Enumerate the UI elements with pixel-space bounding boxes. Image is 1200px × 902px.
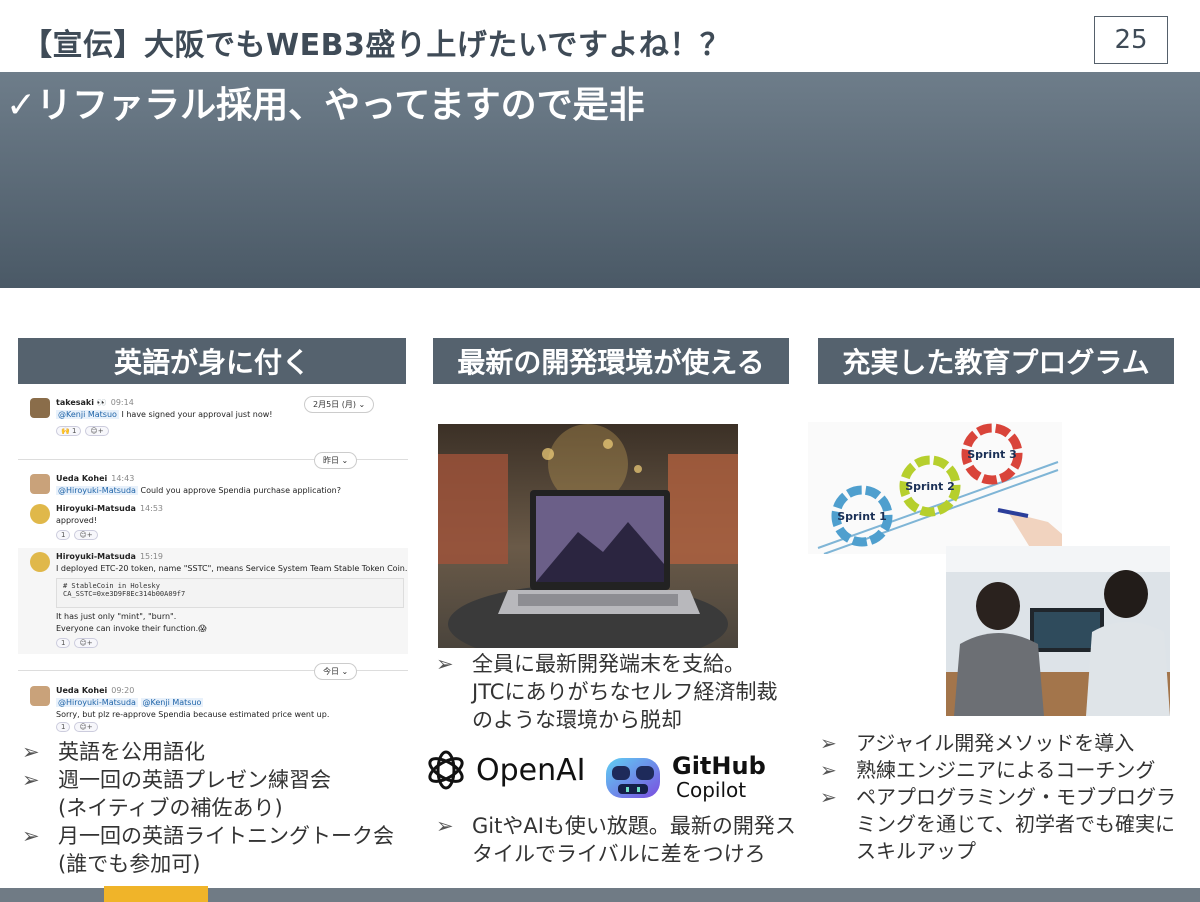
message-author: Hiroyuki-Matsuda 14:53 <box>56 504 163 513</box>
footer-accent <box>104 886 208 902</box>
sprint-cycles-illustration: Sprint 1 Sprint 2 Sprint 3 <box>817 423 1062 554</box>
message-text: @Hiroyuki-Matsuda @Kenji Matsuo <box>56 698 204 707</box>
reactions: 🙌 1 ☺+ <box>56 426 109 436</box>
column-heading-education: 充実した教育プログラム <box>818 338 1174 384</box>
avatar <box>30 398 50 418</box>
bullet-item: 月一回の英語ライトニングトーク会 (誰でも参加可) <box>22 822 412 878</box>
english-bullet-list: 英語を公用語化 週一回の英語プレゼン練習会 (ネイティブの補佐あり) 月一回の英… <box>22 738 412 878</box>
slack-message: Hiroyuki-Matsuda 15:19 I deployed ETC-20 … <box>18 548 408 654</box>
avatar <box>30 686 50 706</box>
add-reaction-icon[interactable]: ☺+ <box>85 426 109 436</box>
message-text: @Hiroyuki-Matsuda Could you approve Spen… <box>56 486 341 495</box>
sprint-3-label: Sprint 3 <box>967 448 1017 461</box>
openai-icon <box>428 750 464 790</box>
code-block: # StableCoin in Holesky CA_SSTC=0xe3D9F8… <box>56 578 404 608</box>
date-divider[interactable]: 昨日 ⌄ <box>314 452 358 469</box>
avatar <box>30 552 50 572</box>
message-author: takesaki 👀 09:14 <box>56 398 134 407</box>
message-author: Ueda Kohei 09:20 <box>56 686 135 695</box>
slide-title: 【宣伝】大阪でもWEB3盛り上げたいですよね！？ <box>22 28 731 63</box>
github-copilot-logo: GitHub Copilot <box>602 752 766 804</box>
bullet-item: 全員に最新開発端末を支給。 JTCにありがちなセルフ経済制裁のような環境から脱却 <box>436 650 796 734</box>
page-number: 25 <box>1094 16 1168 64</box>
date-divider[interactable]: 今日 ⌄ <box>314 663 358 680</box>
education-bullet-list: アジャイル開発メソッドを導入 熟練エンジニアによるコーチング ペアプログラミング… <box>820 730 1190 865</box>
column-heading-english: 英語が身に付く <box>18 338 406 384</box>
bullet-item: GitやAIも使い放題。最新の開発スタイルでライバルに差をつけろ <box>436 812 796 868</box>
team-illustration <box>946 546 1170 716</box>
avatar <box>30 504 50 524</box>
reactions: 1 ☺+ <box>56 530 98 540</box>
message-author: Ueda Kohei 14:43 <box>56 474 135 483</box>
bullet-item: ペアプログラミング・モブプログラミングを通じて、初学者でも確実にスキルアップ <box>820 784 1190 865</box>
add-reaction-icon[interactable]: ☺+ <box>74 638 98 648</box>
environment-bullet-list-1: 全員に最新開発端末を支給。 JTCにありがちなセルフ経済制裁のような環境から脱却 <box>436 650 796 734</box>
date-divider[interactable]: 2月5日 (月) ⌄ <box>304 396 375 413</box>
message-text: @Kenji Matsuo I have signed your approva… <box>56 410 273 419</box>
sprint-diagram: Sprint 1 Sprint 2 Sprint 3 <box>808 422 1062 554</box>
environment-bullet-list-2: GitやAIも使い放題。最新の開発スタイルでライバルに差をつけろ <box>436 812 796 868</box>
bullet-item: 英語を公用語化 <box>22 738 412 766</box>
sprint-2-label: Sprint 2 <box>905 480 955 493</box>
message-author: Hiroyuki-Matsuda 15:19 <box>56 552 163 561</box>
bullet-item: 熟練エンジニアによるコーチング <box>820 757 1190 784</box>
slack-screenshot: takesaki 👀 09:14 @Kenji Matsuo I have sig… <box>18 392 410 740</box>
message-text: I deployed ETC-20 token, name "SSTC", me… <box>56 564 408 573</box>
sprint-1-label: Sprint 1 <box>837 510 887 523</box>
laptop-photo <box>438 424 738 648</box>
bullet-item: アジャイル開発メソッドを導入 <box>820 730 1190 757</box>
column-heading-environment: 最新の開発環境が使える <box>433 338 789 384</box>
laptop-illustration <box>438 424 738 648</box>
add-reaction-icon[interactable]: ☺+ <box>74 530 98 540</box>
openai-logo: OpenAI <box>424 748 586 792</box>
team-photo <box>946 546 1170 716</box>
add-reaction-icon[interactable]: ☺+ <box>74 722 98 732</box>
bullet-item: 週一回の英語プレゼン練習会 (ネイティブの補佐あり) <box>22 766 412 822</box>
copilot-icon <box>606 758 660 798</box>
banner-text: ✓リファラル採用、やってますので是非 <box>6 85 645 126</box>
reactions: 1 ☺+ <box>56 722 98 732</box>
reactions: 1 ☺+ <box>56 638 98 648</box>
avatar <box>30 474 50 494</box>
message-text: approved! <box>56 516 98 525</box>
